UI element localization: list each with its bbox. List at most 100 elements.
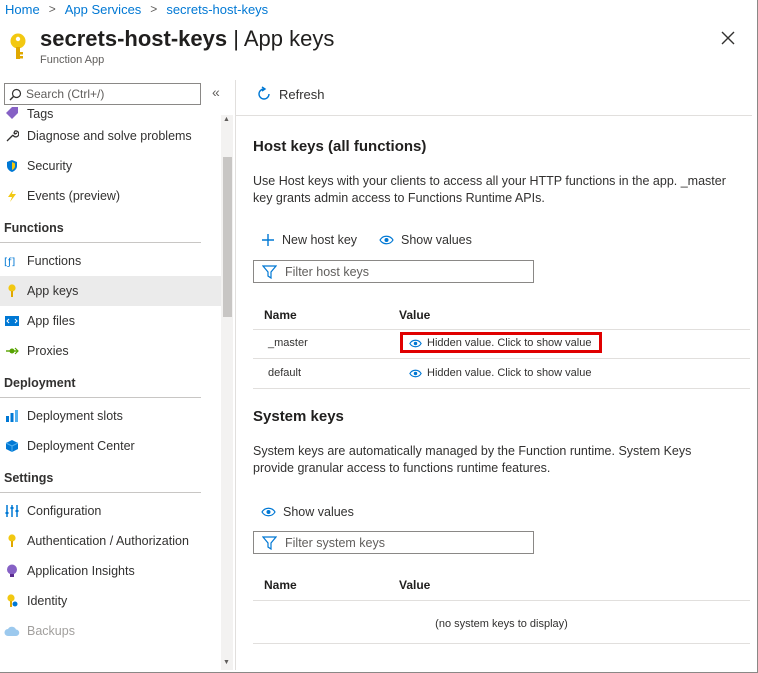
sidebar-item-label: Deployment Center: [27, 439, 135, 453]
filter-placeholder: Filter host keys: [285, 264, 370, 279]
system-keys-description: System keys are automatically managed by…: [253, 444, 692, 475]
header-divider: [253, 329, 750, 330]
show-values-label: Show values: [283, 505, 354, 519]
identity-key-icon: [4, 593, 20, 609]
column-header-value[interactable]: Value: [399, 308, 430, 322]
section-settings: Settings: [0, 463, 201, 493]
svg-text:[ƒ]: [ƒ]: [4, 257, 15, 268]
sidebar-item-label: Backups: [27, 624, 75, 638]
sidebar-item-label: Proxies: [27, 344, 69, 358]
scroll-thumb[interactable]: [223, 157, 232, 317]
close-icon[interactable]: [718, 28, 738, 48]
new-host-key-button[interactable]: New host key: [261, 233, 357, 247]
sidebar-item-label: Events (preview): [27, 189, 121, 203]
plus-icon: [262, 234, 274, 246]
lightbulb-icon: [4, 563, 20, 579]
sidebar-item-functions[interactable]: [ƒ] Functions: [0, 246, 221, 276]
cube-icon: [4, 438, 20, 454]
sidebar-item-identity[interactable]: Identity: [0, 586, 221, 616]
sidebar-nav: Tags Diagnose and solve problems Securit…: [0, 107, 221, 646]
resource-type: Function App: [40, 54, 105, 66]
sidebar-item-label: Application Insights: [27, 564, 135, 578]
header-divider: [253, 600, 750, 601]
eye-icon: [379, 235, 394, 245]
empty-state-message: (no system keys to display): [435, 618, 568, 630]
row-divider: [253, 358, 750, 359]
column-header-name[interactable]: Name: [264, 578, 297, 592]
key-icon: [4, 283, 20, 299]
row-divider: [253, 643, 750, 644]
filter-system-keys-input[interactable]: Filter system keys: [253, 531, 534, 554]
host-keys-description: Use Host keys with your clients to acces…: [253, 174, 726, 205]
pane-divider: [235, 80, 236, 670]
sidebar-item-label: Tags: [27, 107, 54, 121]
sidebar-item-label: App keys: [27, 284, 79, 298]
sidebar-item-backups[interactable]: Backups: [0, 616, 221, 646]
sidebar-item-security[interactable]: Security: [0, 151, 221, 181]
sidebar-item-label: Identity: [27, 594, 68, 608]
deployment-slots-icon: [4, 408, 20, 424]
blade-name: App keys: [243, 26, 335, 51]
refresh-button[interactable]: Refresh: [256, 86, 325, 102]
collapse-sidebar-button[interactable]: «: [212, 84, 220, 100]
highlight-box: [400, 332, 602, 353]
key-name-default: default: [268, 367, 302, 379]
sidebar-item-deployment-slots[interactable]: Deployment slots: [0, 401, 221, 431]
sidebar-item-deployment-center[interactable]: Deployment Center: [0, 431, 221, 461]
search-placeholder: Search (Ctrl+/): [26, 87, 105, 101]
sidebar-item-configuration[interactable]: Configuration: [0, 496, 221, 526]
sidebar-item-label: Configuration: [27, 504, 102, 518]
sidebar-item-authentication[interactable]: Authentication / Authorization: [0, 526, 221, 556]
key-icon: [10, 33, 26, 59]
host-keys-heading: Host keys (all functions): [253, 138, 427, 155]
breadcrumb-app-services[interactable]: App Services: [65, 2, 142, 17]
scroll-up-arrow[interactable]: ▲: [223, 116, 230, 123]
refresh-label: Refresh: [279, 86, 325, 102]
breadcrumb-home[interactable]: Home: [5, 2, 40, 17]
row-divider: [253, 388, 750, 389]
filter-host-keys-input[interactable]: Filter host keys: [253, 260, 534, 283]
command-bar: Refresh: [236, 80, 752, 116]
sidebar-item-label: Functions: [27, 254, 82, 268]
eye-icon: [261, 507, 276, 517]
sidebar-item-application-insights[interactable]: Application Insights: [0, 556, 221, 586]
sidebar-item-events[interactable]: Events (preview): [0, 181, 221, 211]
default-key-hidden-value[interactable]: Hidden value. Click to show value: [409, 367, 591, 379]
sidebar-scrollbar[interactable]: ▲ ▼: [221, 115, 233, 670]
code-file-icon: [4, 313, 20, 329]
cloud-icon: [4, 623, 20, 639]
breadcrumb: Home > App Services > secrets-host-keys: [5, 0, 268, 18]
search-icon: [9, 88, 22, 100]
show-host-values-button[interactable]: Show values: [379, 233, 472, 247]
scroll-down-arrow[interactable]: ▼: [223, 659, 230, 666]
resource-name: secrets-host-keys: [40, 26, 228, 51]
new-host-key-label: New host key: [282, 233, 358, 247]
sidebar-item-label: App files: [27, 314, 75, 328]
sidebar-item-app-keys[interactable]: App keys: [0, 276, 221, 306]
title-separator: |: [227, 26, 244, 51]
breadcrumb-separator: >: [150, 2, 158, 16]
sidebar-item-label: Deployment slots: [27, 409, 123, 423]
breadcrumb-resource[interactable]: secrets-host-keys: [166, 2, 268, 17]
show-system-values-button[interactable]: Show values: [261, 505, 354, 519]
eye-icon: [409, 369, 422, 377]
sidebar-item-proxies[interactable]: Proxies: [0, 336, 221, 366]
sidebar-item-diagnose[interactable]: Diagnose and solve problems: [0, 121, 221, 151]
page-title: secrets-host-keys | App keys: [40, 26, 334, 52]
proxy-icon: [4, 343, 20, 359]
search-input[interactable]: Search (Ctrl+/): [4, 83, 201, 105]
key-name-master: _master: [268, 337, 308, 349]
sidebar-item-tags[interactable]: Tags: [0, 107, 221, 121]
column-header-value[interactable]: Value: [399, 578, 430, 592]
sidebar-item-label: Authentication / Authorization: [27, 534, 189, 548]
column-header-name[interactable]: Name: [264, 308, 297, 322]
lightning-icon: [4, 188, 20, 204]
section-functions: Functions: [0, 213, 201, 243]
filter-placeholder: Filter system keys: [285, 535, 386, 550]
sidebar-item-label: Diagnose and solve problems: [27, 129, 192, 143]
sliders-icon: [4, 503, 20, 519]
sidebar-item-app-files[interactable]: App files: [0, 306, 221, 336]
key-icon: [4, 533, 20, 549]
shield-icon: [4, 158, 20, 174]
sidebar: Search (Ctrl+/) « Tags Diagnose and solv…: [0, 80, 233, 670]
